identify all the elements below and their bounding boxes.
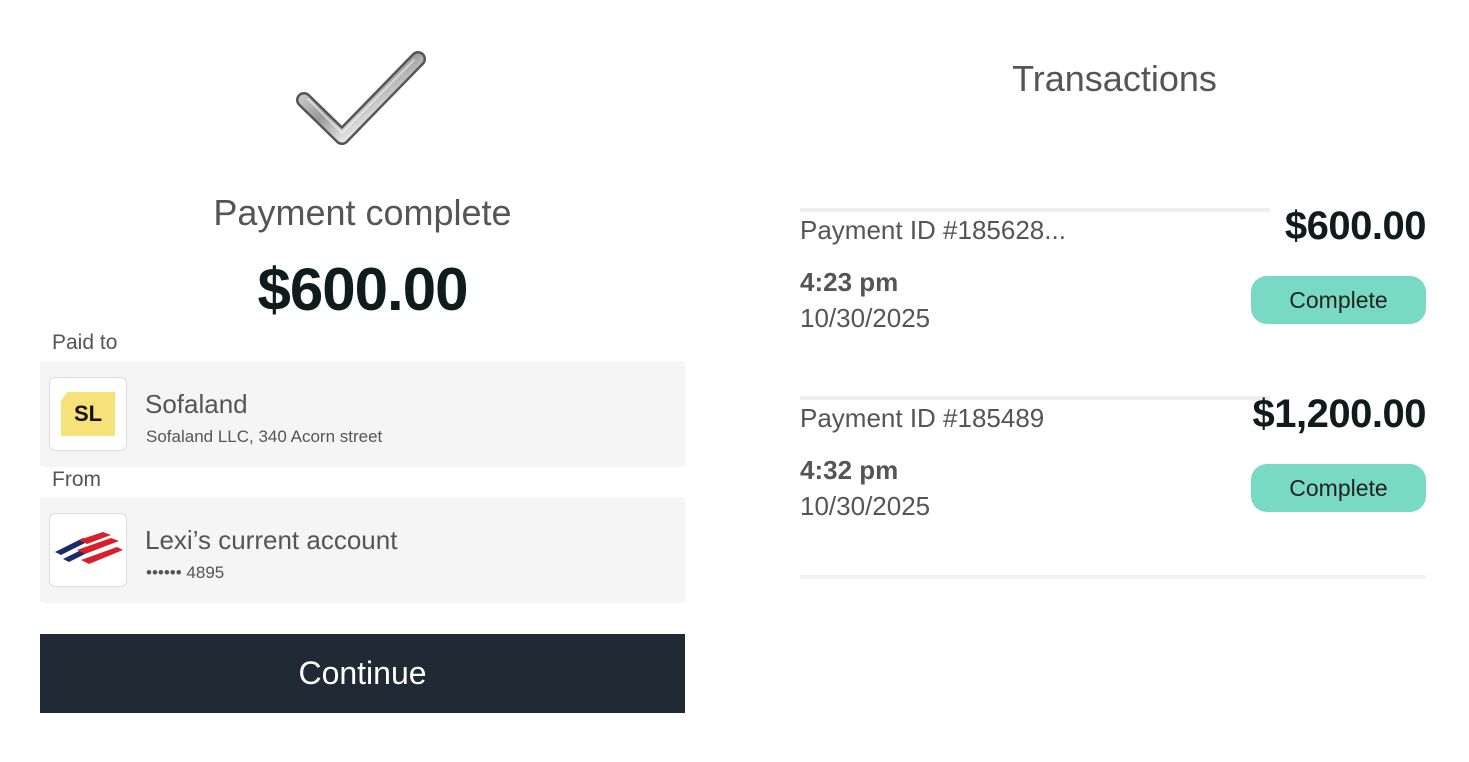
payment-confirmation-panel: Payment complete $600.00 Paid to SL Sofa… <box>0 0 725 762</box>
transaction-amount: $600.00 <box>1284 204 1427 248</box>
payee-address: Sofaland LLC, 340 Acorn street <box>146 427 383 446</box>
transaction-id: Payment ID #185628... <box>800 215 1066 245</box>
transaction-id: Payment ID #185489 <box>800 403 1045 433</box>
payment-status-title: Payment complete <box>213 192 512 233</box>
transaction-amount: $1,200.00 <box>1252 392 1427 436</box>
source-account-card: Lexi’s current account •••••• 4895 <box>40 497 685 603</box>
status-badge: Complete <box>1251 464 1426 512</box>
continue-button[interactable]: Continue <box>40 634 685 713</box>
transaction-row[interactable]: Payment ID #185489 $1,200.00 4:32 pm 10/… <box>800 392 1427 566</box>
payee-logo: SL <box>49 377 127 451</box>
transactions-panel: Transactions Payment ID #185628... $600.… <box>760 0 1469 762</box>
transaction-date: 10/30/2025 <box>800 491 931 521</box>
transaction-time: 4:32 pm <box>800 455 899 485</box>
masked-account-number: •••••• 4895 <box>146 563 225 582</box>
from-label: From <box>52 468 101 491</box>
bank-logo <box>49 513 127 587</box>
payment-amount: $600.00 <box>257 256 469 323</box>
account-name: Lexi’s current account <box>145 525 398 555</box>
paid-to-label: Paid to <box>52 331 118 354</box>
payee-name: Sofaland <box>145 389 248 419</box>
payee-card: SL Sofaland Sofaland LLC, 340 Acorn stre… <box>40 361 685 467</box>
transaction-row[interactable]: Payment ID #185628... $600.00 4:23 pm 10… <box>800 204 1427 378</box>
sofaland-logo-badge: SL <box>61 392 115 436</box>
row-divider <box>800 208 1270 212</box>
bank-flag-icon <box>55 532 123 564</box>
transaction-date: 10/30/2025 <box>800 303 931 333</box>
transaction-time: 4:23 pm <box>800 267 899 297</box>
list-bottom-divider <box>800 575 1426 579</box>
checkmark-icon <box>296 51 426 145</box>
status-badge: Complete <box>1251 276 1426 324</box>
transactions-title: Transactions <box>1012 58 1217 99</box>
row-divider <box>800 396 1270 400</box>
